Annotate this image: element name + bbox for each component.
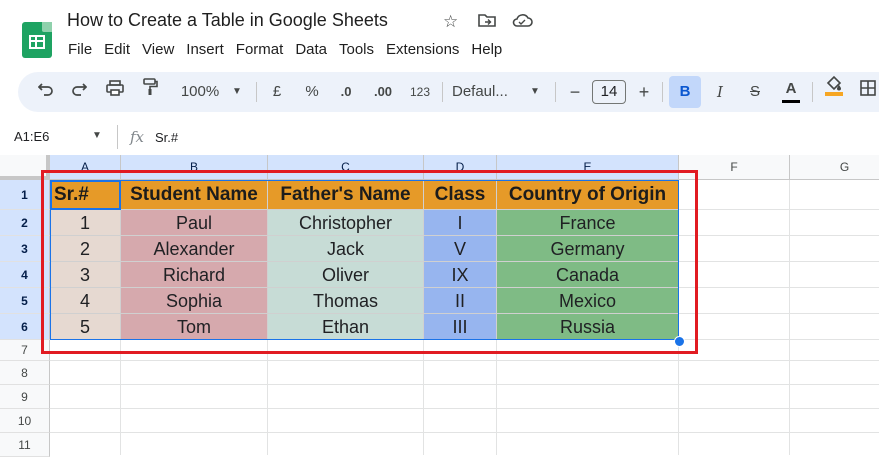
- row-header-10[interactable]: 10: [0, 409, 50, 433]
- menu-tools[interactable]: Tools: [333, 40, 380, 60]
- gridline: [789, 180, 790, 455]
- menu-edit[interactable]: Edit: [98, 40, 136, 60]
- red-highlight-annotation: [41, 170, 698, 354]
- row-header-8[interactable]: 8: [0, 361, 50, 385]
- gridline: [679, 209, 879, 210]
- text-color-label: A: [785, 80, 797, 97]
- redo-icon[interactable]: [68, 72, 90, 112]
- print-icon[interactable]: [104, 72, 126, 112]
- sheets-logo-icon[interactable]: [22, 22, 52, 58]
- gridline: [679, 235, 879, 236]
- toolbar-divider: [256, 82, 257, 102]
- menu-bar: File Edit View Insert Format Data Tools …: [62, 40, 508, 60]
- gridline: [50, 432, 879, 433]
- font-select[interactable]: Defaul...: [452, 72, 524, 112]
- decrease-font-size-icon[interactable]: −: [565, 72, 585, 112]
- zoom-select[interactable]: 100%: [170, 72, 230, 112]
- formula-input[interactable]: Sr.#: [155, 130, 178, 145]
- menu-file[interactable]: File: [62, 40, 98, 60]
- italic-button[interactable]: I: [710, 72, 730, 112]
- font-dropdown-icon[interactable]: ▼: [528, 72, 542, 112]
- fill-color-icon[interactable]: [822, 72, 846, 112]
- decrease-decimal-button[interactable]: .0: [334, 72, 358, 112]
- document-title[interactable]: How to Create a Table in Google Sheets: [67, 10, 388, 31]
- row-header-9[interactable]: 9: [0, 385, 50, 409]
- undo-icon[interactable]: [35, 72, 57, 112]
- toolbar-divider: [662, 82, 663, 102]
- bold-button[interactable]: B: [669, 76, 701, 108]
- font-size-input[interactable]: 14: [592, 80, 626, 104]
- menu-format[interactable]: Format: [230, 40, 290, 60]
- menu-extensions[interactable]: Extensions: [380, 40, 465, 60]
- more-formats-button[interactable]: 123: [405, 72, 435, 112]
- gridline: [679, 313, 879, 314]
- borders-icon[interactable]: [856, 72, 879, 112]
- increase-decimal-button[interactable]: .00: [368, 72, 398, 112]
- increase-decimal-label: .00: [373, 84, 393, 99]
- toolbar-divider: [812, 82, 813, 102]
- text-color-button[interactable]: A: [780, 72, 802, 112]
- fx-icon: fx: [130, 128, 145, 146]
- move-folder-icon[interactable]: [478, 12, 496, 33]
- formula-bar-divider: [117, 125, 118, 149]
- text-color-bar: [782, 100, 800, 103]
- menu-view[interactable]: View: [136, 40, 180, 60]
- name-box-dropdown-icon[interactable]: ▼: [92, 130, 102, 141]
- row-header-11[interactable]: 11: [0, 433, 50, 457]
- increase-font-size-icon[interactable]: +: [634, 72, 654, 112]
- gridline: [50, 408, 879, 409]
- decrease-decimal-label: .0: [340, 84, 352, 99]
- menu-data[interactable]: Data: [289, 40, 333, 60]
- percent-format-button[interactable]: %: [302, 72, 322, 112]
- gridline: [679, 261, 879, 262]
- paint-format-icon[interactable]: [139, 72, 161, 112]
- toolbar-divider: [442, 82, 443, 102]
- menu-help[interactable]: Help: [465, 40, 508, 60]
- column-header-g[interactable]: G: [790, 155, 879, 180]
- gridline: [50, 360, 879, 361]
- strikethrough-button[interactable]: S: [744, 72, 766, 112]
- star-icon[interactable]: ☆: [443, 12, 458, 32]
- gridline: [679, 339, 879, 340]
- cloud-status-icon[interactable]: [511, 12, 533, 33]
- name-box[interactable]: A1:E6: [14, 129, 49, 144]
- currency-format-button[interactable]: £: [267, 72, 287, 112]
- zoom-dropdown-icon[interactable]: ▼: [230, 72, 244, 112]
- menu-insert[interactable]: Insert: [180, 40, 230, 60]
- gridline: [679, 287, 879, 288]
- toolbar-divider: [555, 82, 556, 102]
- gridline: [50, 384, 879, 385]
